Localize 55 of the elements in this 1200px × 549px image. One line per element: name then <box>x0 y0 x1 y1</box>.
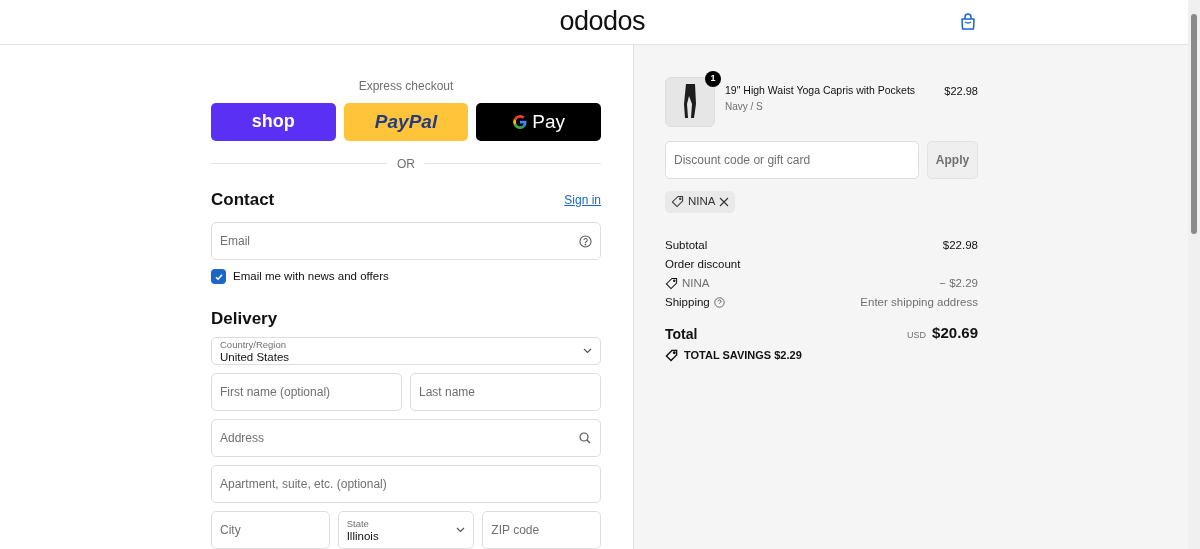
close-icon[interactable] <box>719 196 730 207</box>
product-name: 19" High Waist Yoga Capris with Pockets <box>725 82 917 98</box>
field-label: State <box>346 517 370 530</box>
product-variant: Navy / S <box>725 99 764 114</box>
total-amount: $20.69 <box>932 323 978 344</box>
summary-label: Subtotal <box>665 237 708 253</box>
text-field[interactable]: City <box>211 511 330 549</box>
checkmark-icon <box>213 271 224 282</box>
email-field[interactable]: Email <box>211 222 601 261</box>
summary-label: Order discount <box>665 256 741 272</box>
discount-code: NINA <box>688 194 716 210</box>
quantity-badge: 1 <box>705 70 721 87</box>
shopping-bag-icon[interactable] <box>960 12 976 31</box>
savings-text: TOTAL SAVINGS $2.29 <box>684 347 802 363</box>
tag-icon <box>671 195 684 209</box>
chevron-down-icon <box>583 348 592 354</box>
field-value: United States <box>220 351 291 364</box>
text-field[interactable]: First name (optional) <box>211 373 402 411</box>
section-heading: Contact <box>211 188 275 211</box>
sign-in-link[interactable]: Sign in <box>564 190 601 209</box>
help-icon[interactable] <box>579 234 592 248</box>
section-heading: Delivery <box>211 307 279 330</box>
logo[interactable]: ododos <box>559 8 645 36</box>
google-pay-button[interactable]: Pay <box>476 102 601 141</box>
text-field[interactable]: Apartment, suite, etc. (optional) <box>211 465 601 503</box>
text-field[interactable]: Address <box>211 419 601 457</box>
summary-value: $22.98 <box>942 237 978 253</box>
checkbox[interactable] <box>211 269 226 285</box>
apply-button[interactable]: Apply <box>927 140 978 179</box>
tag-icon <box>665 348 678 362</box>
total-label: Total <box>665 324 698 344</box>
field-value: Illinois <box>346 530 380 543</box>
shop-pay-button[interactable]: shop <box>211 102 336 141</box>
search-icon <box>579 432 591 444</box>
summary-label: NINA <box>682 275 710 291</box>
text-field[interactable]: Last name <box>410 373 601 411</box>
checkbox-label: Email me with news and offers <box>233 269 389 285</box>
text-field[interactable]: ZIP code <box>482 511 601 549</box>
google-g-icon <box>512 113 529 130</box>
section-label: Express checkout <box>357 77 455 95</box>
summary-label: Shipping <box>665 294 710 310</box>
paypal-button[interactable]: PayPal <box>343 102 469 141</box>
select-field[interactable]: Country/Region United States <box>211 337 601 365</box>
divider-label: OR <box>397 155 415 173</box>
chevron-down-icon <box>456 527 466 533</box>
select-field[interactable]: State Illinois <box>337 511 475 549</box>
currency-code: USD <box>907 329 927 343</box>
summary-value: − $2.29 <box>939 275 978 291</box>
summary-value: Enter shipping address <box>860 294 978 310</box>
scrollbar[interactable] <box>1188 0 1200 549</box>
product-image-placeholder <box>665 76 715 127</box>
product-price: $22.98 <box>944 83 978 99</box>
discount-code-field[interactable]: Discount code or gift card <box>665 140 919 179</box>
tag-icon <box>665 276 678 290</box>
field-label: Country/Region <box>220 338 287 351</box>
